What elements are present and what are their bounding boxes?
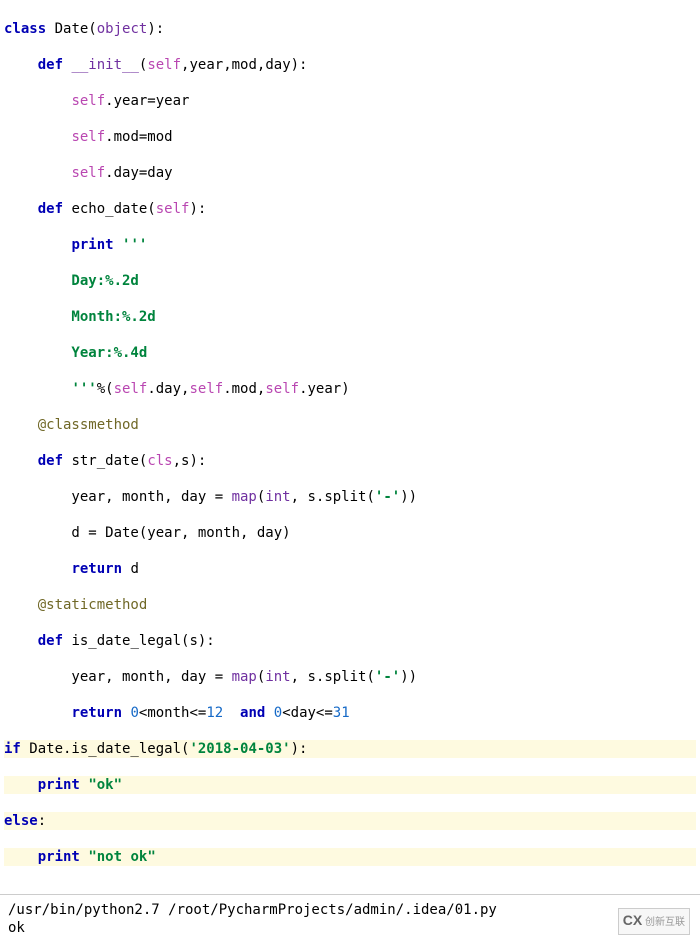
code-line: @classmethod	[4, 416, 696, 434]
code-line: Month:%.2d	[4, 308, 696, 326]
code-line: else:	[4, 812, 696, 830]
code-line: Day:%.2d	[4, 272, 696, 290]
code-line: print "not ok"	[4, 848, 696, 866]
code-line: Year:%.4d	[4, 344, 696, 362]
code-editor: class Date(object): def __init__(self,ye…	[0, 0, 700, 886]
code-line: year, month, day = map(int, s.split('-')…	[4, 488, 696, 506]
code-line: return 0<month<=12 and 0<day<=31	[4, 704, 696, 722]
code-line: if Date.is_date_legal('2018-04-03'):	[4, 740, 696, 758]
code-line: def echo_date(self):	[4, 200, 696, 218]
code-line: class Date(object):	[4, 20, 696, 38]
output-path: /usr/bin/python2.7 /root/PycharmProjects…	[8, 901, 692, 919]
code-line: def is_date_legal(s):	[4, 632, 696, 650]
code-line: def str_date(cls,s):	[4, 452, 696, 470]
code-line: self.year=year	[4, 92, 696, 110]
code-line: print '''	[4, 236, 696, 254]
code-line: @staticmethod	[4, 596, 696, 614]
code-line: self.day=day	[4, 164, 696, 182]
code-line: year, month, day = map(int, s.split('-')…	[4, 668, 696, 686]
output-result: ok	[8, 919, 692, 937]
output-panel: /usr/bin/python2.7 /root/PycharmProjects…	[0, 894, 700, 943]
code-line: print "ok"	[4, 776, 696, 794]
code-line: d = Date(year, month, day)	[4, 524, 696, 542]
code-line: '''%(self.day,self.mod,self.year)	[4, 380, 696, 398]
code-line: self.mod=mod	[4, 128, 696, 146]
watermark-logo: CX 创新互联	[618, 908, 690, 935]
code-line: return d	[4, 560, 696, 578]
code-line: def __init__(self,year,mod,day):	[4, 56, 696, 74]
